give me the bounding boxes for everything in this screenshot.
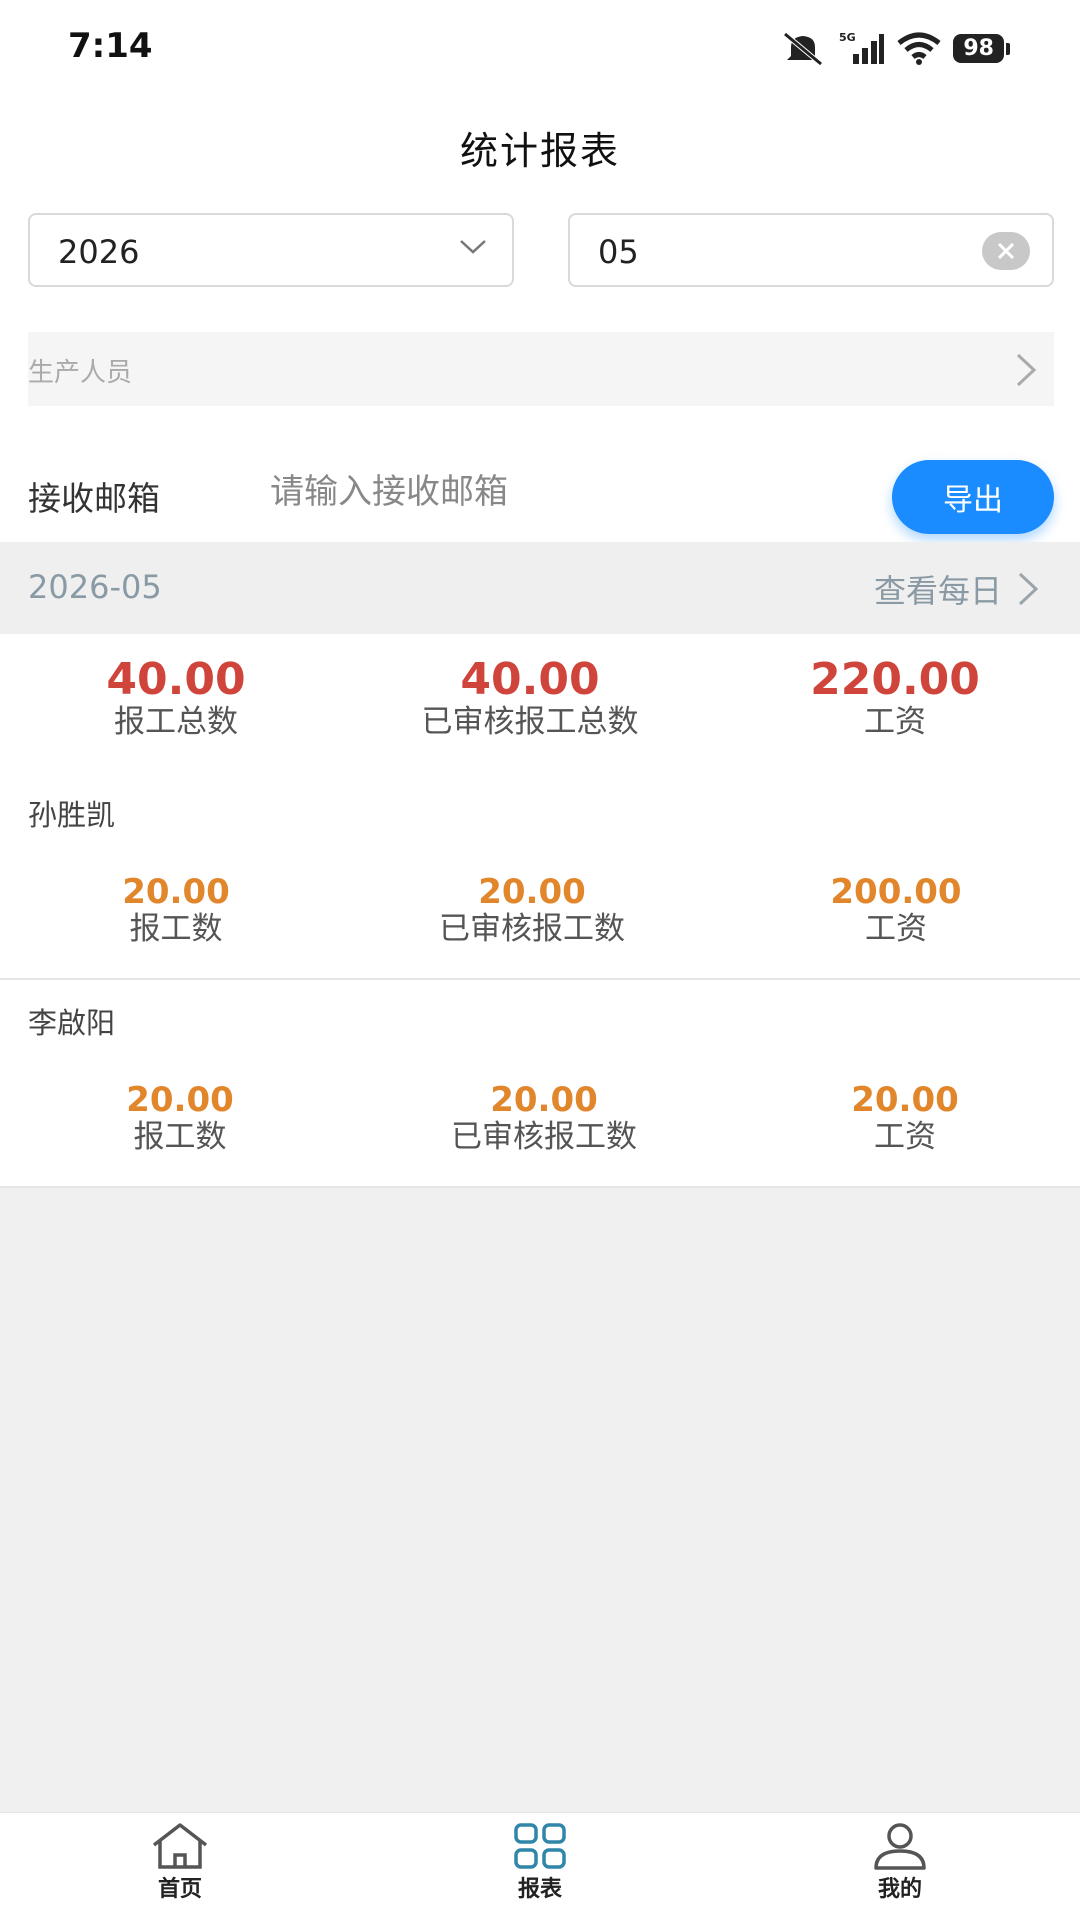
stat-salary: 220.00 工资 (735, 654, 1055, 742)
status-bar: 7:14 5G 98 (0, 0, 1080, 100)
view-daily-label: 查看每日 (873, 572, 1002, 610)
filter-panel: 2026 05 生产人员 接收邮箱 导出 (0, 210, 1080, 542)
wifi-icon (897, 32, 941, 65)
stat-value: 20.00 (126, 1080, 234, 1120)
stat-approved-total: 40.00 已审核报工总数 (370, 654, 690, 742)
app-screen: 7:14 5G 98 统计报表 2026 05 生产人员 接收邮箱 请输入接收邮… (0, 0, 1080, 1920)
worker-stat-reports: 20.00 报工数 (16, 872, 336, 949)
email-label: 接收邮箱 (28, 479, 160, 518)
stat-label: 工资 (865, 911, 927, 948)
stat-value: 40.00 (460, 654, 600, 705)
page-title: 统计报表 (459, 129, 620, 173)
stat-label: 报工数 (129, 911, 223, 948)
stat-label: 已审核报工数 (439, 911, 625, 948)
year-select[interactable]: 2026 (28, 213, 514, 287)
stat-value: 200.00 (830, 872, 962, 912)
worker-name: 孙胜凯 (28, 798, 116, 832)
stat-label: 已审核报工总数 (421, 704, 639, 741)
bottom-nav: 首页 报表 我的 (0, 1812, 1080, 1920)
chevron-right-icon (1016, 353, 1037, 387)
stat-value: 20.00 (851, 1080, 959, 1120)
stat-label: 报工数 (133, 1119, 227, 1156)
worker-stat-salary: 200.00 工资 (736, 872, 1056, 949)
worker-stat-reports: 20.00 报工数 (20, 1080, 340, 1157)
nav-home[interactable]: 首页 (100, 1821, 260, 1903)
mute-bell-icon (783, 32, 823, 66)
stat-total-reports: 40.00 报工总数 (16, 654, 336, 742)
nav-mine[interactable]: 我的 (820, 1821, 980, 1903)
personnel-picker[interactable]: 生产人员 (28, 332, 1054, 406)
worker-card[interactable]: 孙胜凯 20.00 报工数 20.00 已审核报工数 200.00 工资 (0, 772, 1080, 980)
stat-label: 已审核报工数 (451, 1119, 637, 1156)
worker-stat-approved: 20.00 已审核报工数 (384, 1080, 704, 1157)
export-button[interactable]: 导出 (892, 460, 1054, 534)
page-header: 统计报表 (0, 100, 1080, 210)
chevron-down-icon (460, 240, 486, 254)
signal-icon: 5G (839, 31, 885, 64)
worker-card[interactable]: 李啟阳 20.00 报工数 20.00 已审核报工数 20.00 工资 (0, 980, 1080, 1188)
stat-value: 20.00 (478, 872, 586, 912)
grid-icon (514, 1823, 566, 1869)
worker-stat-salary: 20.00 工资 (745, 1080, 1065, 1157)
nav-label: 我的 (877, 1877, 922, 1902)
view-daily-link[interactable]: 查看每日 (874, 566, 1040, 612)
status-icons: 5G 98 (781, 28, 1010, 68)
year-value: 2026 (58, 233, 140, 271)
period-label: 2026-05 (28, 568, 162, 606)
stat-label: 报工总数 (114, 704, 238, 741)
worker-stat-approved: 20.00 已审核报工数 (372, 872, 692, 949)
stat-label: 工资 (874, 1119, 936, 1156)
battery-indicator: 98 (953, 33, 1010, 63)
user-icon (874, 1823, 926, 1870)
chevron-right-icon (1018, 572, 1039, 606)
worker-name: 李啟阳 (28, 1006, 116, 1040)
summary-stats: 40.00 报工总数 40.00 已审核报工总数 220.00 工资 (0, 634, 1080, 774)
month-value: 05 (598, 233, 639, 271)
stat-value: 40.00 (106, 654, 246, 705)
svg-text:5G: 5G (839, 31, 856, 44)
email-row: 接收邮箱 导出 (0, 446, 1080, 542)
stat-value: 20.00 (490, 1080, 598, 1120)
personnel-placeholder: 生产人员 (28, 358, 133, 388)
nav-label: 报表 (517, 1877, 562, 1902)
stat-value: 220.00 (810, 654, 980, 705)
clear-icon[interactable] (982, 232, 1030, 270)
nav-label: 首页 (157, 1877, 202, 1902)
home-icon (152, 1823, 208, 1869)
stat-value: 20.00 (122, 872, 230, 912)
nav-reports[interactable]: 报表 (460, 1821, 620, 1903)
stat-label: 工资 (864, 704, 926, 741)
period-bar: 2026-05 查看每日 (0, 542, 1080, 634)
email-input[interactable] (270, 464, 860, 520)
month-select[interactable]: 05 (568, 213, 1054, 287)
status-time: 7:14 (68, 26, 153, 66)
